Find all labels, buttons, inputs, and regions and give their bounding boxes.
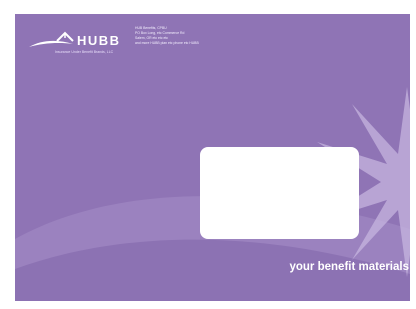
logo-tagline: Insurance Under Benefit Brands, LLC [55,50,114,54]
company-logo: HUBB Insurance Under Benefit Brands, LLC [27,30,137,58]
return-address: HUB Benefits, CPBU PO Box Long, etc Comm… [135,26,199,46]
logo-wordmark: HUBB [77,33,121,48]
envelope: HUBB Insurance Under Benefit Brands, LLC… [15,14,410,301]
address-window [200,147,359,239]
envelope-tagline: your benefit materials [289,261,409,273]
address-line: and more HUBB plan etc phone etc HUBB [135,41,199,45]
house-swoosh-icon [29,31,74,47]
